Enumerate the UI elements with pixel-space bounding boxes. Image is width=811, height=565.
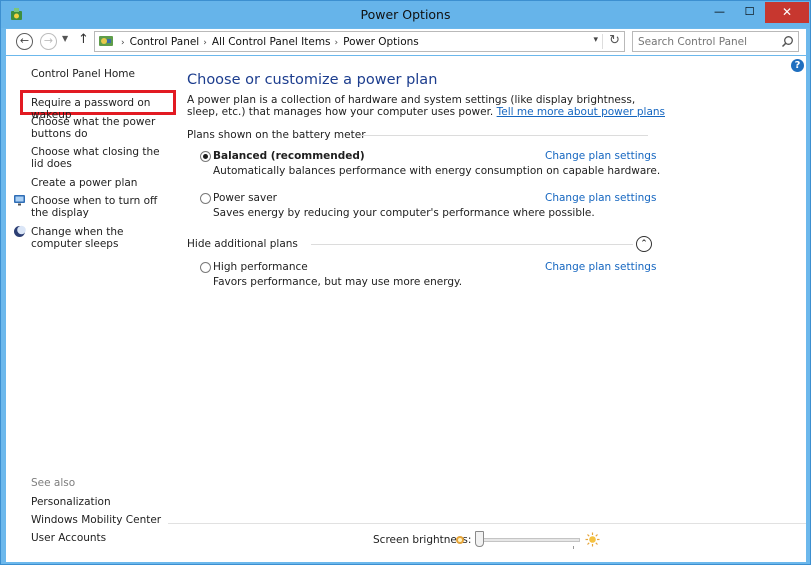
breadcrumb-control-panel[interactable]: Control Panel [130, 36, 200, 48]
brightness-slider-track[interactable] [477, 538, 580, 542]
breadcrumb-all-items[interactable]: All Control Panel Items [212, 36, 331, 48]
change-plan-settings-power-saver[interactable]: Change plan settings [545, 192, 656, 204]
recent-locations-button[interactable]: ▼ [62, 34, 68, 43]
address-bar[interactable]: › Control Panel › All Control Panel Items › P… [94, 31, 625, 52]
sidebar-item-create-plan[interactable]: Create a power plan [31, 177, 169, 189]
plan-description-balanced: Automatically balances performance with … [213, 165, 661, 177]
dim-sun-icon [456, 536, 464, 544]
control-panel-icon [99, 36, 113, 46]
help-icon[interactable]: ? [791, 59, 804, 72]
title-bar[interactable]: Power Options — ☐ ✕ [1, 1, 810, 28]
search-input[interactable] [638, 35, 773, 49]
page-description: A power plan is a collection of hardware… [187, 94, 667, 118]
navigation-bar: ← → ▼ ↑ › Control Panel › All Control Panel… [6, 29, 806, 55]
collapse-chevron-up-icon[interactable]: ⌃ [636, 236, 652, 252]
content-area: ? Control Panel Home Require a password … [6, 56, 806, 562]
plan-name-power-saver[interactable]: Power saver [213, 192, 277, 204]
search-box[interactable] [632, 31, 799, 52]
close-button[interactable]: ✕ [765, 2, 809, 23]
breadcrumb-power-options[interactable]: Power Options [343, 36, 419, 48]
breadcrumb-separator: › [121, 38, 125, 48]
page-title: Choose or customize a power plan [187, 72, 438, 88]
forward-button[interactable]: → [40, 33, 57, 50]
change-plan-settings-high-performance[interactable]: Change plan settings [545, 261, 656, 273]
sidebar-item-closing-lid[interactable]: Choose what closing the lid does [31, 146, 169, 170]
power-options-window: Power Options — ☐ ✕ ← → ▼ ↑ › Control Pan… [0, 0, 811, 565]
brightness-slider-thumb[interactable] [475, 531, 484, 547]
back-button[interactable]: ← [16, 33, 33, 50]
brightness-slider-tick [573, 546, 574, 549]
minimize-button[interactable]: — [705, 2, 734, 23]
sidebar-item-control-panel-home[interactable]: Control Panel Home [31, 68, 169, 80]
window-title: Power Options [360, 7, 451, 22]
sidebar-item-computer-sleeps[interactable]: Change when the computer sleeps [31, 226, 169, 250]
see-also-mobility-center[interactable]: Windows Mobility Center [31, 514, 169, 526]
learn-more-link[interactable]: Tell me more about power plans [497, 106, 665, 118]
breadcrumb: › Control Panel › All Control Panel Items › P… [117, 36, 419, 48]
section-divider [361, 135, 648, 136]
change-plan-settings-balanced[interactable]: Change plan settings [545, 150, 656, 162]
breadcrumb-separator[interactable]: › [203, 38, 207, 48]
section-hide-additional-plans[interactable]: Hide additional plans [187, 238, 298, 250]
radio-high-performance[interactable] [200, 262, 211, 273]
address-divider [602, 34, 603, 49]
breadcrumb-separator[interactable]: › [335, 38, 339, 48]
section-battery-meter: Plans shown on the battery meter [187, 129, 366, 141]
sidebar: Control Panel Home Require a password on… [6, 56, 176, 562]
footer-divider [168, 523, 806, 524]
refresh-button[interactable]: ↻ [609, 33, 620, 48]
radio-power-saver[interactable] [200, 193, 211, 204]
sidebar-item-turn-off-display[interactable]: Choose when to turn off the display [31, 195, 169, 219]
sidebar-item-power-buttons[interactable]: Choose what the power buttons do [31, 116, 169, 140]
plan-description-high-performance: Favors performance, but may use more ene… [213, 276, 463, 288]
plan-name-high-performance[interactable]: High performance [213, 261, 308, 273]
bright-sun-icon [585, 532, 600, 547]
section-divider [311, 244, 633, 245]
plan-name-balanced[interactable]: Balanced (recommended) [213, 150, 365, 162]
sleep-moon-icon [14, 225, 26, 237]
address-dropdown-button[interactable]: ▾ [593, 35, 598, 45]
see-also-heading: See also [31, 477, 76, 489]
up-button[interactable]: ↑ [78, 32, 89, 47]
see-also-user-accounts[interactable]: User Accounts [31, 532, 169, 544]
plan-description-power-saver: Saves energy by reducing your computer's… [213, 207, 595, 219]
search-icon[interactable] [781, 35, 794, 48]
maximize-button[interactable]: ☐ [735, 2, 764, 23]
display-settings-icon [14, 195, 25, 206]
radio-balanced[interactable] [200, 151, 211, 162]
see-also-personalization[interactable]: Personalization [31, 496, 169, 508]
